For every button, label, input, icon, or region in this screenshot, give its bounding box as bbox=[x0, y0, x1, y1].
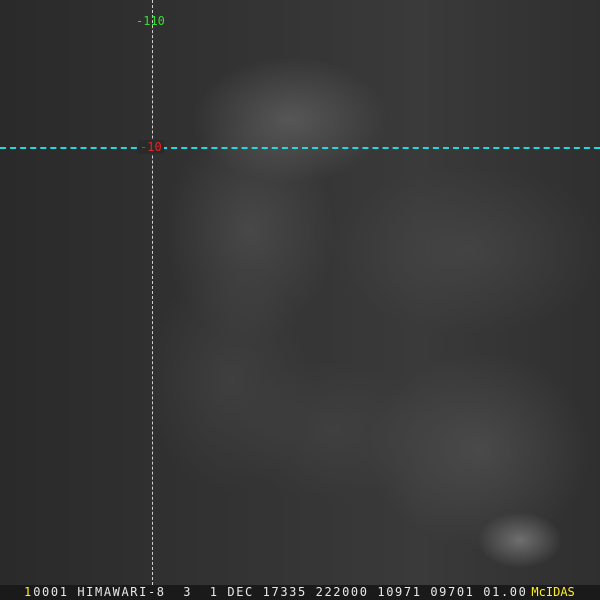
latitude-label: -10 bbox=[138, 140, 164, 154]
satellite-image-view[interactable]: -110 -10 1 0001 HIMAWARI-8 3 1 DEC 17335 … bbox=[0, 0, 600, 600]
status-bar: 1 0001 HIMAWARI-8 3 1 DEC 17335 222000 10… bbox=[0, 585, 600, 600]
frame-number: 1 bbox=[24, 585, 32, 599]
latitude-grid-line bbox=[0, 147, 600, 149]
longitude-grid-line bbox=[152, 0, 153, 585]
longitude-label: -110 bbox=[136, 14, 165, 28]
mcidas-logo: McIDAS bbox=[531, 585, 575, 599]
image-info: 0001 HIMAWARI-8 3 1 DEC 17335 222000 109… bbox=[33, 585, 528, 599]
